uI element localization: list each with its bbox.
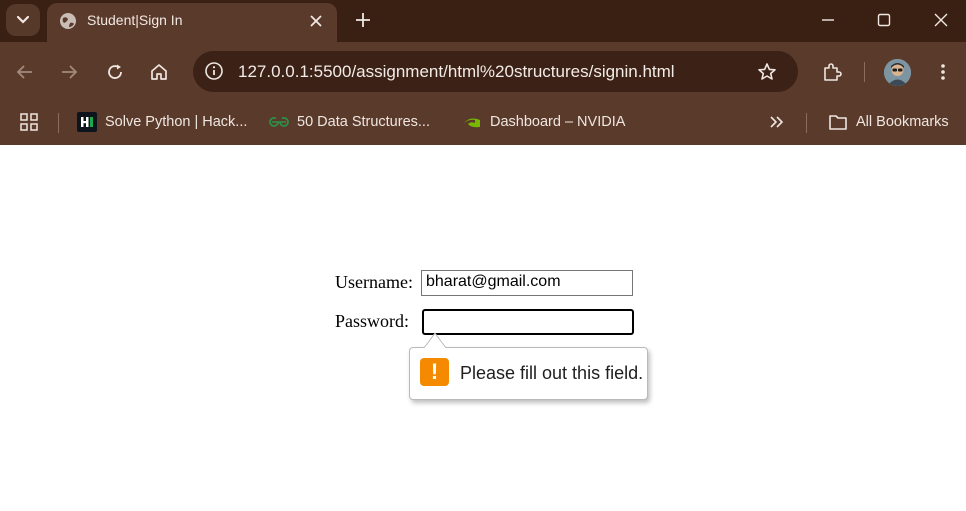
address-bar[interactable]: 127.0.0.1:5500/assignment/html%20structu…: [193, 51, 798, 92]
chevron-down-icon: [16, 15, 30, 24]
chevron-double-right-icon: [770, 116, 784, 128]
bookmark-label: Solve Python | Hack...: [105, 114, 248, 130]
bookmarks-divider: [806, 113, 807, 133]
username-input[interactable]: bharat@gmail.com: [421, 270, 633, 296]
bookmark-label: 50 Data Structures...: [297, 114, 430, 130]
avatar-icon: [884, 59, 911, 86]
nvidia-icon: [462, 112, 482, 132]
new-tab-button[interactable]: [350, 7, 376, 33]
more-vertical-icon: [941, 64, 945, 80]
profile-avatar[interactable]: [884, 59, 911, 86]
tab-active[interactable]: Student|Sign In: [47, 3, 337, 44]
hackerrank-icon: [77, 112, 97, 132]
bookmark-star-button[interactable]: [755, 60, 779, 84]
minimize-button[interactable]: [808, 6, 848, 34]
reload-icon: [108, 64, 122, 79]
validation-message: Please fill out this field.: [460, 363, 644, 383]
browser-toolbar: 127.0.0.1:5500/assignment/html%20structu…: [0, 42, 966, 101]
browser-titlebar: Student|Sign In: [0, 0, 966, 44]
forward-button[interactable]: [54, 57, 84, 87]
arrow-right-icon: [62, 65, 78, 79]
geeksforgeeks-icon: [269, 112, 289, 132]
close-icon: [310, 15, 322, 27]
folder-icon: [828, 112, 848, 132]
site-info-button[interactable]: [203, 60, 225, 82]
close-window-button[interactable]: [921, 6, 961, 34]
close-icon: [934, 13, 948, 27]
validation-tooltip: ! Please fill out this field.: [409, 332, 648, 400]
tab-search-button[interactable]: [6, 4, 40, 36]
all-bookmarks-button[interactable]: All Bookmarks: [828, 111, 949, 133]
bookmark-label: Dashboard – NVIDIA: [490, 114, 626, 130]
bookmark-item-nvidia[interactable]: Dashboard – NVIDIA: [462, 111, 625, 133]
bookmarks-divider: [58, 113, 59, 133]
reload-button[interactable]: [100, 57, 130, 87]
apps-button[interactable]: [19, 111, 39, 133]
minimize-icon: [822, 19, 834, 21]
puzzle-icon: [824, 63, 842, 81]
tab-title: Student|Sign In: [87, 12, 183, 28]
arrow-left-icon: [16, 65, 32, 79]
bookmark-item-geeksforgeeks[interactable]: 50 Data Structures...: [269, 111, 430, 133]
maximize-icon: [877, 13, 891, 27]
tab-close-button[interactable]: [305, 10, 327, 32]
browser-menu-button[interactable]: [928, 57, 958, 87]
extensions-button[interactable]: [817, 57, 847, 87]
maximize-button[interactable]: [864, 6, 904, 34]
password-label: Password:: [335, 311, 410, 331]
username-label: Username:: [335, 272, 413, 292]
toolbar-divider: [864, 62, 865, 82]
address-bar-url[interactable]: 127.0.0.1:5500/assignment/html%20structu…: [238, 62, 675, 82]
home-button[interactable]: [144, 57, 174, 87]
star-icon: [758, 63, 776, 80]
bookmark-item-hackerrank[interactable]: Solve Python | Hack...: [77, 111, 247, 133]
bookmarks-bar: Solve Python | Hack... 50 Data Structure…: [0, 101, 966, 145]
globe-icon: [60, 13, 76, 29]
all-bookmarks-label: All Bookmarks: [856, 114, 949, 130]
plus-icon: [356, 13, 370, 27]
info-icon: [205, 62, 223, 80]
warning-icon: !: [420, 358, 449, 386]
password-input[interactable]: [422, 309, 634, 335]
back-button[interactable]: [10, 57, 40, 87]
home-icon: [151, 64, 167, 80]
more-bookmarks-button[interactable]: [768, 111, 784, 133]
apps-grid-icon: [20, 113, 38, 131]
